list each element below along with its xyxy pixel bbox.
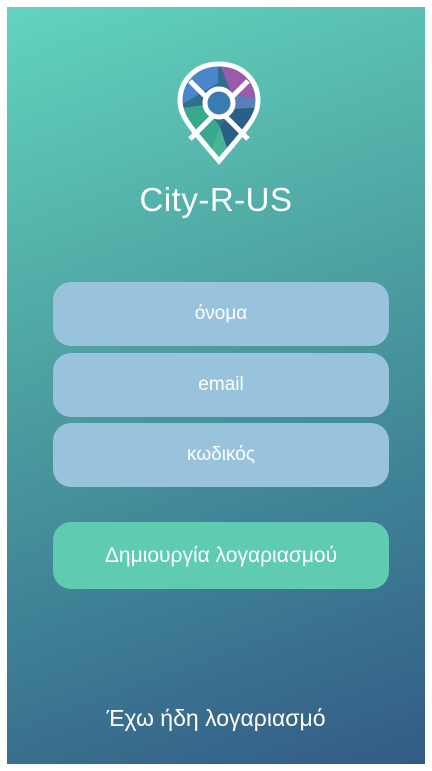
create-account-button[interactable]: Δημιουργία λογαριασμού xyxy=(53,522,389,589)
password-field[interactable] xyxy=(53,423,389,487)
signup-screen: City-R-US Δημιουργία λογαριασμού Έχω ήδη… xyxy=(7,7,425,764)
app-title: City-R-US xyxy=(139,181,293,218)
email-field[interactable] xyxy=(53,353,389,417)
name-field[interactable] xyxy=(53,282,389,346)
map-pin-logo-icon xyxy=(177,61,261,165)
existing-account-link[interactable]: Έχω ήδη λογαριασμό xyxy=(7,705,425,732)
